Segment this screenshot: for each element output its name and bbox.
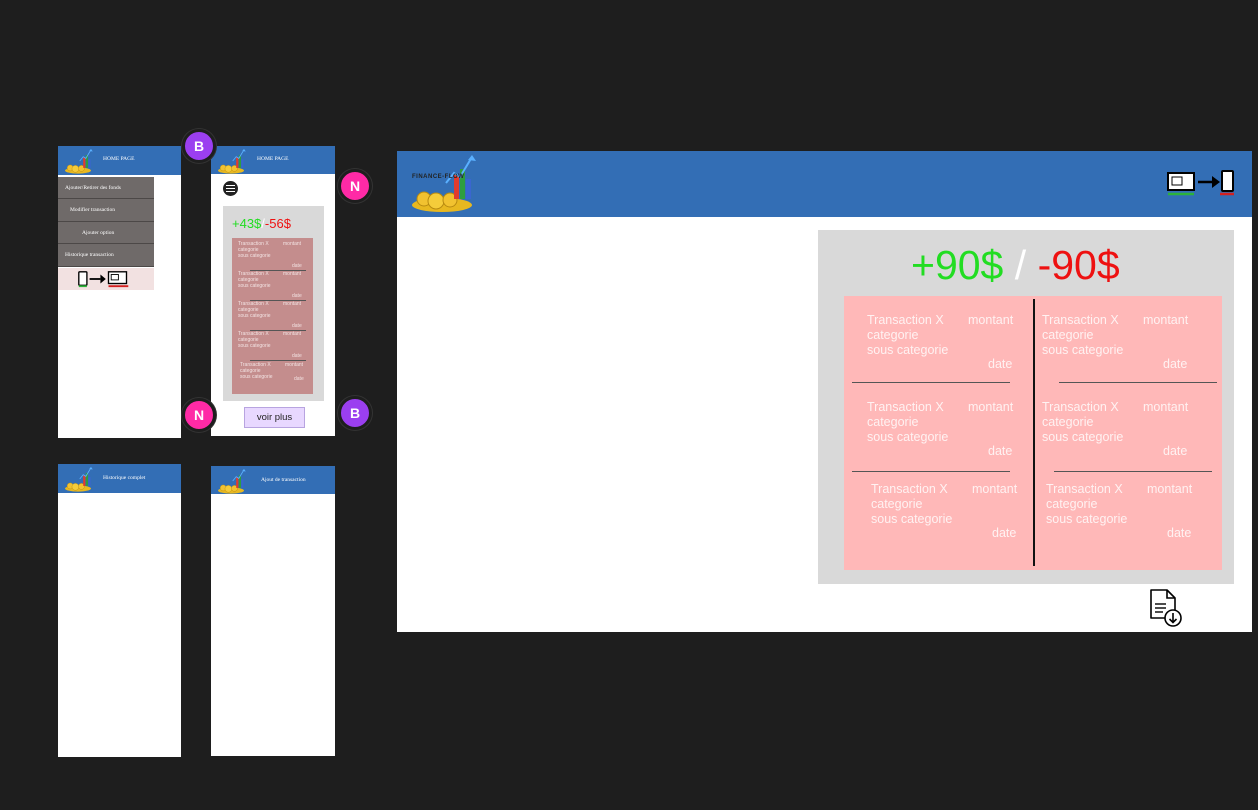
list-item[interactable]: Transaction Xmontant categorie sous cate… — [1042, 313, 1202, 391]
avatar[interactable]: B — [182, 129, 216, 163]
income-total: +90$ — [911, 242, 1004, 288]
mobile-header: HOME PAGE — [211, 146, 335, 174]
mobile-add-frame: Ajout de transaction — [211, 466, 335, 756]
balance-panel: +43$/-56$ Transaction Xmontant categorie… — [223, 206, 324, 401]
hamburger-menu-icon[interactable] — [223, 181, 238, 196]
divider — [250, 360, 306, 361]
header-title: Ajout de transaction — [261, 477, 306, 483]
list-item[interactable]: Transaction Xmontant categorie sous cate… — [867, 400, 1027, 478]
desktop-home-frame: FINANCE-FLOW +90$ / -90$ Transaction Xmo… — [397, 151, 1252, 632]
logo-icon — [60, 466, 96, 492]
mobile-menu-frame: HOME PAGE Ajouter/Retirer des fonds Modi… — [58, 146, 181, 438]
header-title: Historique complet — [103, 475, 146, 481]
logo-icon — [213, 148, 249, 174]
balance-summary: +43$/-56$ — [232, 216, 291, 231]
menu-item-history[interactable]: Historique transaction — [58, 244, 154, 267]
menu-item-edit-transaction[interactable]: Modifier transaction — [58, 199, 154, 222]
menu-item-add-option[interactable]: Ajouter option — [58, 222, 154, 244]
avatar[interactable]: B — [338, 396, 372, 430]
list-item[interactable]: Transaction Xmontant categorie sous cate… — [1042, 400, 1202, 478]
transaction-grid: Transaction Xmontant categorie sous cate… — [844, 296, 1222, 570]
avatar[interactable]: N — [182, 398, 216, 432]
divider — [1059, 382, 1217, 383]
divider — [1054, 471, 1212, 472]
document-download-icon[interactable] — [1147, 588, 1187, 628]
avatar[interactable]: N — [338, 169, 372, 203]
menu-item-add-remove-funds[interactable]: Ajouter/Retirer des fonds — [58, 177, 154, 199]
list-item[interactable]: Transaction Xmontant categorie sous cate… — [1046, 482, 1206, 560]
balance-summary: +90$ / -90$ — [911, 242, 1120, 288]
mobile-to-desktop-icon[interactable] — [58, 268, 154, 290]
list-item[interactable]: Transaction Xmontant categorie sous cate… — [238, 241, 310, 271]
list-item[interactable]: Transaction Xmontant categorie sous cate… — [238, 331, 310, 361]
mobile-header: Historique complet — [58, 464, 181, 493]
logo-text: FINANCE-FLOW — [412, 174, 465, 180]
balance-panel: +90$ / -90$ Transaction Xmontant categor… — [818, 230, 1234, 584]
mobile-header: Ajout de transaction — [211, 466, 335, 494]
mobile-history-frame: Historique complet — [58, 464, 181, 757]
list-item[interactable]: Transaction Xmontant categorie sous cate… — [240, 362, 312, 392]
desktop-header: FINANCE-FLOW — [397, 151, 1252, 217]
income-total: +43$ — [232, 216, 262, 231]
list-item[interactable]: Transaction Xmontant categorie sous cate… — [238, 271, 310, 301]
transaction-list: Transaction Xmontant categorie sous cate… — [232, 238, 313, 394]
logo-icon — [60, 148, 96, 174]
mobile-header: HOME PAGE — [58, 146, 181, 175]
list-item[interactable]: Transaction Xmontant categorie sous cate… — [871, 482, 1031, 560]
logo-icon — [213, 468, 249, 494]
mobile-home-frame: HOME PAGE +43$/-56$ Transaction Xmontant… — [211, 146, 335, 436]
list-item[interactable]: Transaction Xmontant categorie sous cate… — [867, 313, 1027, 391]
divider — [852, 382, 1010, 383]
list-item[interactable]: Transaction Xmontant categorie sous cate… — [238, 301, 310, 331]
column-divider — [1033, 299, 1035, 566]
desktop-to-mobile-icon[interactable] — [1166, 169, 1236, 197]
logo-icon — [401, 153, 483, 213]
header-title: HOME PAGE — [257, 156, 289, 162]
header-title: HOME PAGE — [103, 156, 135, 162]
expense-total: -56$ — [264, 216, 291, 231]
see-more-button[interactable]: voir plus — [244, 407, 305, 428]
divider — [852, 471, 1010, 472]
expense-total: -90$ — [1037, 242, 1120, 288]
